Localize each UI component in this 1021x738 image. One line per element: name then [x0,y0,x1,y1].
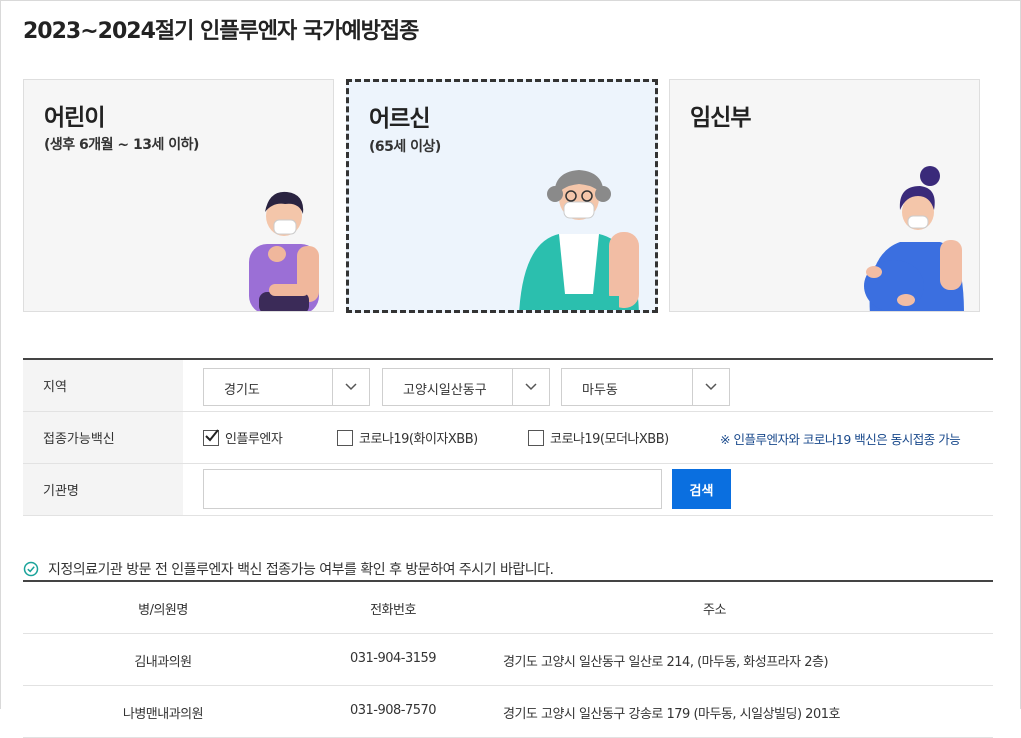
province-value: 경기도 [224,383,260,398]
checkbox-label: 코로나19(화이자XBB) [359,432,478,447]
page-title: 2023~2024절기 인플루엔자 국가예방접종 [23,19,419,44]
checkbox-label: 코로나19(모더나XBB) [550,432,669,447]
card-elderly[interactable]: 어르신 (65세 이상) [346,79,658,313]
city-select[interactable]: 고양시일산동구 [382,368,550,406]
elderly-illustration [519,170,639,310]
institution-row: 기관명 검색 [23,464,993,516]
card-title: 어린이 [44,105,105,131]
search-button[interactable]: 검색 [672,469,731,509]
card-title: 임신부 [690,105,751,131]
dong-value: 마두동 [582,383,618,398]
header-phone: 전화번호 [370,603,416,618]
table-row[interactable]: 나병맨내과의원 031-908-7570 경기도 고양시 일산동구 강송로 17… [23,686,993,738]
checkbox-covid-moderna[interactable]: 코로나19(모더나XBB) [528,428,669,447]
child-illustration [249,191,319,311]
table-row[interactable]: 김내과의원 031-904-3159 경기도 고양시 일산동구 일산로 214,… [23,634,993,686]
card-subtitle: (65세 이상) [369,139,441,155]
check-icon [205,428,219,441]
card-pregnant[interactable]: 임신부 [669,79,980,312]
chevron-down-icon [332,369,369,405]
clinic-table: 병/의원명 전화번호 주소 김내과의원 031-904-3159 경기도 고양시… [23,580,993,738]
card-subtitle: (생후 6개월 ~ 13세 이하) [44,137,199,153]
checkbox-box[interactable] [203,428,219,446]
dong-select[interactable]: 마두동 [561,368,730,406]
institution-input[interactable] [203,469,662,509]
checkbox-box[interactable] [337,429,353,446]
clinic-address: 경기도 고양시 일산동구 일산로 214, (마두동, 화성프라자 2층) [503,655,829,670]
region-row: 지역 경기도 고양시일산동구 마두동 [23,360,993,412]
province-select[interactable]: 경기도 [203,368,370,406]
city-value: 고양시일산동구 [403,383,487,398]
card-title: 어르신 [369,106,430,132]
search-form: 지역 경기도 고양시일산동구 마두동 접종가능백신 인플루엔자 코로나19(화이… [23,358,993,516]
checkbox-label: 인플루엔자 [225,432,283,447]
notice: 지정의료기관 방문 전 인플루엔자 백신 접종가능 여부를 확인 후 방문하여 … [23,559,554,579]
clinic-address: 경기도 고양시 일산동구 강송로 179 (마두동, 시일상빌딩) 201호 [503,707,840,722]
checkbox-box[interactable] [528,429,544,446]
clinic-phone: 031-904-3159 [349,651,437,666]
clinic-name: 나병맨내과의원 [122,707,204,722]
region-label: 지역 [23,360,183,411]
header-name: 병/의원명 [138,603,188,618]
vaccine-note: ※ 인플루엔자와 코로나19 백신은 동시접종 가능 [720,432,961,447]
institution-label: 기관명 [23,464,183,515]
header-address: 주소 [703,603,726,618]
notice-text: 지정의료기관 방문 전 인플루엔자 백신 접종가능 여부를 확인 후 방문하여 … [48,562,554,578]
clinic-name: 김내과의원 [134,655,192,670]
vaccine-label: 접종가능백신 [23,412,183,463]
card-children[interactable]: 어린이 (생후 6개월 ~ 13세 이하) [23,79,334,312]
clinic-phone: 031-908-7570 [349,703,437,718]
checkbox-covid-pfizer[interactable]: 코로나19(화이자XBB) [337,428,478,447]
table-header: 병/의원명 전화번호 주소 [23,582,993,634]
vaccine-row: 접종가능백신 인플루엔자 코로나19(화이자XBB) 코로나19(모더나XBB)… [23,412,993,464]
chevron-down-icon [512,369,549,405]
check-circle-icon [23,561,39,577]
chevron-down-icon [692,369,729,405]
pregnant-illustration [864,166,964,311]
checkbox-influenza[interactable]: 인플루엔자 [203,428,283,447]
